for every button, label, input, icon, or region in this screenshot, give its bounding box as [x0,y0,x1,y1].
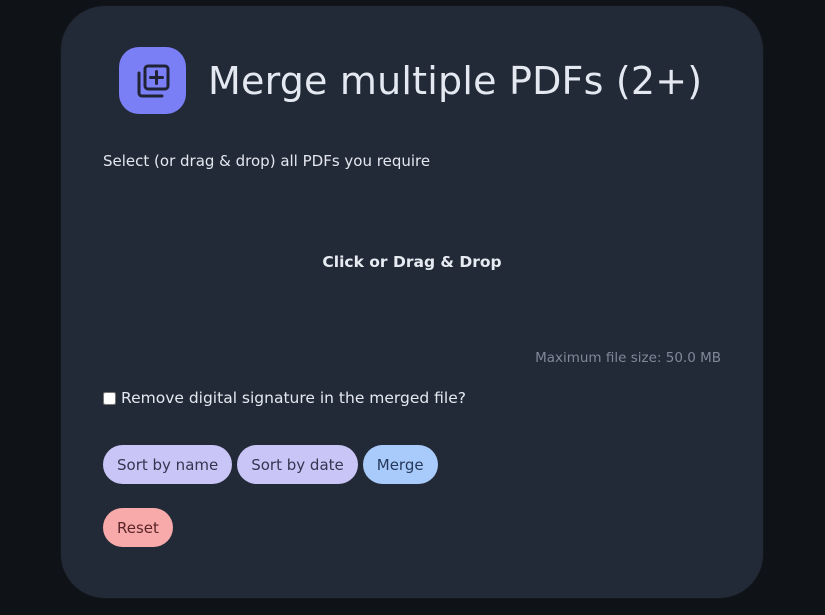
sort-by-date-button[interactable]: Sort by date [237,445,358,484]
merge-button[interactable]: Merge [362,445,438,484]
merge-pdf-card: Merge multiple PDFs (2+) Select (or drag… [61,6,763,598]
page: Merge multiple PDFs (2+) Select (or drag… [0,0,825,615]
remove-signature-checkbox[interactable] [103,391,116,405]
dropzone-label: Click or Drag & Drop [322,253,502,271]
file-dropzone[interactable]: Click or Drag & Drop [103,188,721,336]
copy-plus-icon [137,64,169,97]
header: Merge multiple PDFs (2+) [119,47,702,114]
remove-signature-label: Remove digital signature in the merged f… [121,389,466,407]
reset-button[interactable]: Reset [103,508,173,547]
max-file-size-text: Maximum file size: 50.0 MB [535,350,721,366]
remove-signature-option[interactable]: Remove digital signature in the merged f… [103,389,466,407]
page-title: Merge multiple PDFs (2+) [208,58,703,103]
app-logo [119,47,186,114]
sort-merge-actions: Sort by name Sort by date Merge [103,445,438,484]
upload-instruction: Select (or drag & drop) all PDFs you req… [103,152,431,170]
sort-by-name-button[interactable]: Sort by name [103,445,233,484]
